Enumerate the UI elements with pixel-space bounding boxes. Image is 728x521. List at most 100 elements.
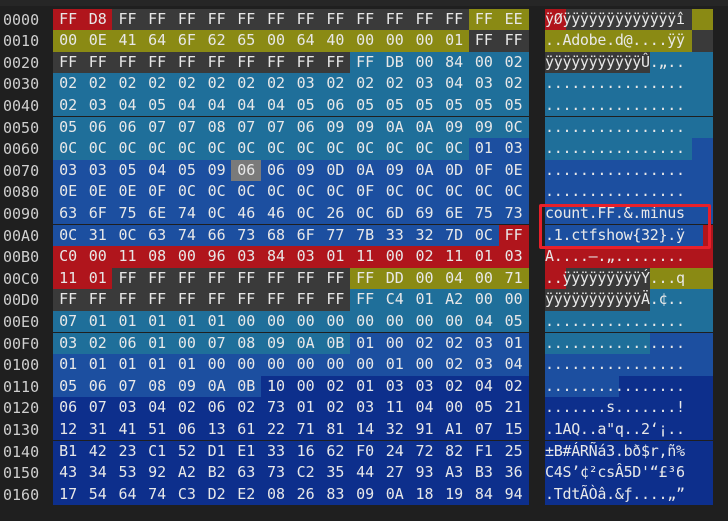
hex-byte[interactable]: 05 xyxy=(439,94,470,117)
hex-byte[interactable]: 0C xyxy=(201,202,232,225)
hex-byte[interactable]: 00 xyxy=(439,310,470,333)
hex-byte[interactable]: 0C xyxy=(260,138,292,160)
hex-byte[interactable]: 0A xyxy=(409,159,440,182)
hex-byte[interactable]: FF xyxy=(498,224,529,247)
hex-byte[interactable]: 0C xyxy=(468,181,499,203)
hex-byte[interactable]: 08 xyxy=(142,246,173,268)
hex-byte[interactable]: 05 xyxy=(142,94,173,117)
hex-byte[interactable]: 00 xyxy=(260,30,292,52)
hex-byte[interactable]: FF xyxy=(201,8,232,31)
hex-byte[interactable]: FF xyxy=(260,51,292,74)
hex-byte[interactable]: FF xyxy=(260,267,292,290)
hex-byte[interactable]: 0C xyxy=(171,181,202,203)
hex-byte[interactable]: 06 xyxy=(53,397,84,419)
hex-byte[interactable]: 19 xyxy=(439,483,470,506)
hex-byte[interactable]: 84 xyxy=(468,483,499,506)
hex-byte[interactable]: 74 xyxy=(171,224,202,247)
hex-byte[interactable]: 04 xyxy=(409,397,440,419)
hex-byte[interactable]: 15 xyxy=(498,418,529,441)
hex-byte[interactable]: 0E xyxy=(82,181,113,203)
hex-byte[interactable]: 00 xyxy=(82,246,113,268)
hex-byte[interactable]: 00 xyxy=(409,354,440,376)
hex-byte[interactable]: 62 xyxy=(201,30,232,52)
hex-byte[interactable]: 11 xyxy=(112,246,143,268)
hex-byte[interactable]: 24 xyxy=(379,440,410,463)
hex-byte[interactable]: 00 xyxy=(231,310,262,333)
hex-byte[interactable]: 27 xyxy=(379,462,410,484)
hex-byte[interactable]: 36 xyxy=(498,462,529,484)
hex-byte[interactable]: 0C xyxy=(53,224,84,247)
hex-byte[interactable]: 09 xyxy=(320,116,351,139)
hex-editor-view[interactable]: 0123456789ABCDEF0123456789ABCDEF 0000FFD… xyxy=(0,0,728,521)
hex-byte[interactable]: 00 xyxy=(350,310,381,333)
hex-byte[interactable]: 0C xyxy=(350,138,381,160)
hex-byte[interactable]: 01 xyxy=(171,310,202,333)
hex-byte[interactable]: 0C xyxy=(82,138,113,160)
hex-byte[interactable]: 0B xyxy=(231,375,262,398)
hex-byte[interactable]: 08 xyxy=(201,116,232,139)
hex-byte[interactable]: 04 xyxy=(468,310,499,333)
hex-byte[interactable]: 05 xyxy=(468,94,499,117)
hex-byte[interactable]: 09 xyxy=(171,375,202,398)
hex-byte[interactable]: 32 xyxy=(379,418,410,441)
hex-byte[interactable]: 07 xyxy=(468,418,499,441)
hex-byte[interactable]: 00 xyxy=(260,354,292,376)
hex-byte[interactable]: 03 xyxy=(498,138,529,160)
hex-byte[interactable]: 0C xyxy=(498,116,529,139)
ascii-text[interactable]: .1AQ..a"q..2‘¡.. xyxy=(545,419,713,441)
hex-byte[interactable]: 03 xyxy=(53,332,84,355)
hex-byte[interactable]: 44 xyxy=(350,462,381,484)
hex-byte[interactable]: FF xyxy=(53,8,84,31)
ascii-text[interactable]: ................ xyxy=(545,311,713,333)
hex-byte[interactable]: FF xyxy=(320,8,351,31)
hex-byte[interactable]: 0C xyxy=(112,224,143,247)
hex-byte[interactable]: 31 xyxy=(82,224,113,247)
hex-byte[interactable]: 0C xyxy=(439,181,470,203)
hex-byte[interactable]: 01 xyxy=(379,354,410,376)
hex-byte[interactable]: 05 xyxy=(379,94,410,117)
hex-byte[interactable]: FF xyxy=(320,51,351,74)
hex-byte[interactable]: 0B xyxy=(320,332,351,355)
hex-byte[interactable]: 63 xyxy=(231,462,262,484)
hex-byte[interactable]: 00 xyxy=(379,246,410,268)
hex-byte[interactable]: 00 xyxy=(290,354,321,376)
hex-byte[interactable]: 41 xyxy=(112,418,143,441)
ascii-text[interactable]: ................ xyxy=(545,138,713,160)
hex-byte[interactable]: 0C xyxy=(379,138,410,160)
hex-byte[interactable]: 26 xyxy=(290,483,321,506)
hex-byte[interactable]: 05 xyxy=(498,310,529,333)
hex-byte[interactable]: 0C xyxy=(409,138,440,160)
hex-byte[interactable]: 32 xyxy=(409,224,440,247)
hex-byte[interactable]: 02 xyxy=(171,397,202,419)
hex-byte[interactable]: 01 xyxy=(320,246,351,268)
hex-byte[interactable]: FF xyxy=(112,51,143,74)
hex-byte[interactable]: 0C xyxy=(320,181,351,203)
ascii-text[interactable]: .TdtÃÒâ.&ƒ....„” xyxy=(545,484,713,506)
hex-byte[interactable]: FF xyxy=(201,51,232,74)
ascii-text[interactable]: ±B#ÁRÑá3.bð$r‚ñ% xyxy=(545,441,713,463)
hex-byte[interactable]: 13 xyxy=(201,418,232,441)
hex-byte[interactable]: F0 xyxy=(350,440,381,463)
hex-byte[interactable]: D2 xyxy=(201,483,232,506)
hex-byte[interactable]: E2 xyxy=(231,483,262,506)
hex-byte[interactable]: F1 xyxy=(468,440,499,463)
hex-byte[interactable]: B1 xyxy=(53,440,84,463)
hex-byte[interactable]: 03 xyxy=(350,397,381,419)
hex-byte[interactable]: 09 xyxy=(379,159,410,182)
hex-byte[interactable]: 0C xyxy=(320,138,351,160)
hex-byte[interactable]: 46 xyxy=(231,202,262,225)
hex-byte[interactable]: 01 xyxy=(468,246,499,268)
hex-byte[interactable]: 00 xyxy=(260,310,292,333)
hex-byte[interactable]: 0C xyxy=(260,181,292,203)
hex-byte[interactable]: 06 xyxy=(171,418,202,441)
hex-byte[interactable]: FF xyxy=(231,8,262,31)
hex-byte[interactable]: A2 xyxy=(171,462,202,484)
hex-byte[interactable]: 53 xyxy=(112,462,143,484)
hex-byte[interactable]: 46 xyxy=(260,202,292,225)
hex-byte[interactable]: 0C xyxy=(290,138,321,160)
hex-byte[interactable]: FF xyxy=(201,267,232,290)
hex-byte[interactable]: 64 xyxy=(112,483,143,506)
hex-byte[interactable]: 73 xyxy=(498,202,529,225)
hex-byte[interactable]: 04 xyxy=(260,94,292,117)
hex-byte[interactable]: FF xyxy=(171,289,202,311)
